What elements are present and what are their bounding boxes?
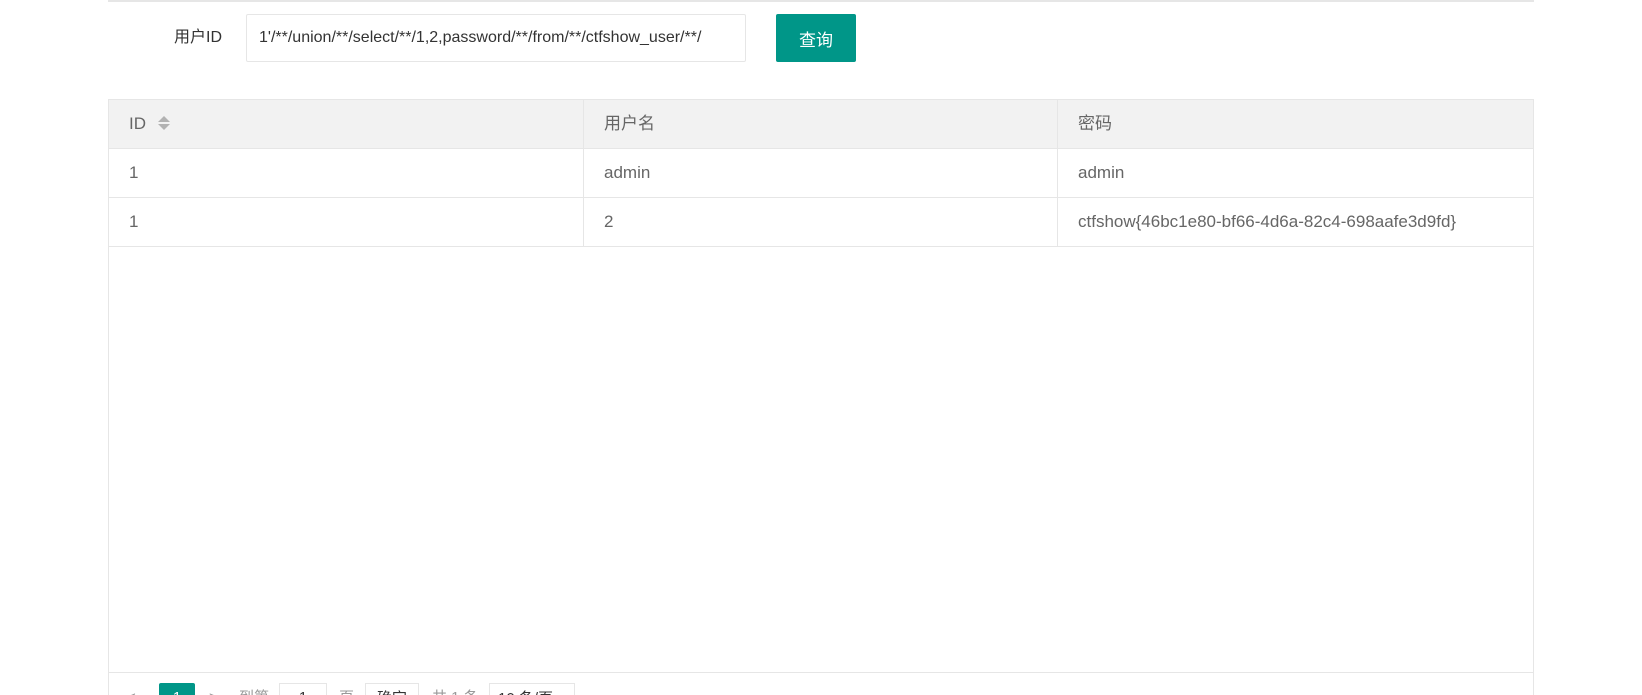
table-header: ID 用户名 密码 <box>109 100 1533 149</box>
column-header-id[interactable]: ID <box>109 100 584 148</box>
cell-password: admin <box>1078 163 1125 182</box>
page-size-select[interactable]: 10 条/页 <box>489 683 575 695</box>
total-count: 共 1 条 <box>432 683 479 695</box>
page-unit-label: 页 <box>339 683 354 695</box>
column-header-label: ID <box>129 114 146 133</box>
goto-label: 到第 <box>239 683 269 695</box>
query-button[interactable]: 查询 <box>776 14 856 62</box>
table-row: 1 2 ctfshow{46bc1e80-bf66-4d6a-82c4-698a… <box>109 198 1533 247</box>
column-header-password: 密码 <box>1078 114 1112 133</box>
cell-username: 2 <box>584 198 1058 246</box>
cell-password: ctfshow{46bc1e80-bf66-4d6a-82c4-698aafe3… <box>1078 212 1457 231</box>
cell-id: 1 <box>109 198 584 246</box>
top-divider <box>108 0 1534 2</box>
pagination: < 1 > 到第 页 确定 共 1 条 10 条/页 <box>109 672 1533 695</box>
page-1-button[interactable]: 1 <box>159 683 195 695</box>
results-table: ID 用户名 密码 1 admin admin 1 2 ctfshow{46bc… <box>108 99 1534 695</box>
query-bar: 用户ID 查询 <box>108 14 868 62</box>
user-id-input[interactable] <box>246 14 746 62</box>
sort-icon[interactable] <box>158 115 170 131</box>
table-row: 1 admin admin <box>109 149 1533 198</box>
goto-confirm-button[interactable]: 确定 <box>365 683 419 695</box>
cell-username: admin <box>584 149 1058 197</box>
column-header-username: 用户名 <box>584 100 1058 148</box>
prev-page-button[interactable]: < <box>127 683 136 695</box>
goto-page-input[interactable] <box>279 683 327 695</box>
next-page-button[interactable]: > <box>209 683 218 695</box>
cell-id: 1 <box>109 149 584 197</box>
user-id-label: 用户ID <box>174 29 223 46</box>
